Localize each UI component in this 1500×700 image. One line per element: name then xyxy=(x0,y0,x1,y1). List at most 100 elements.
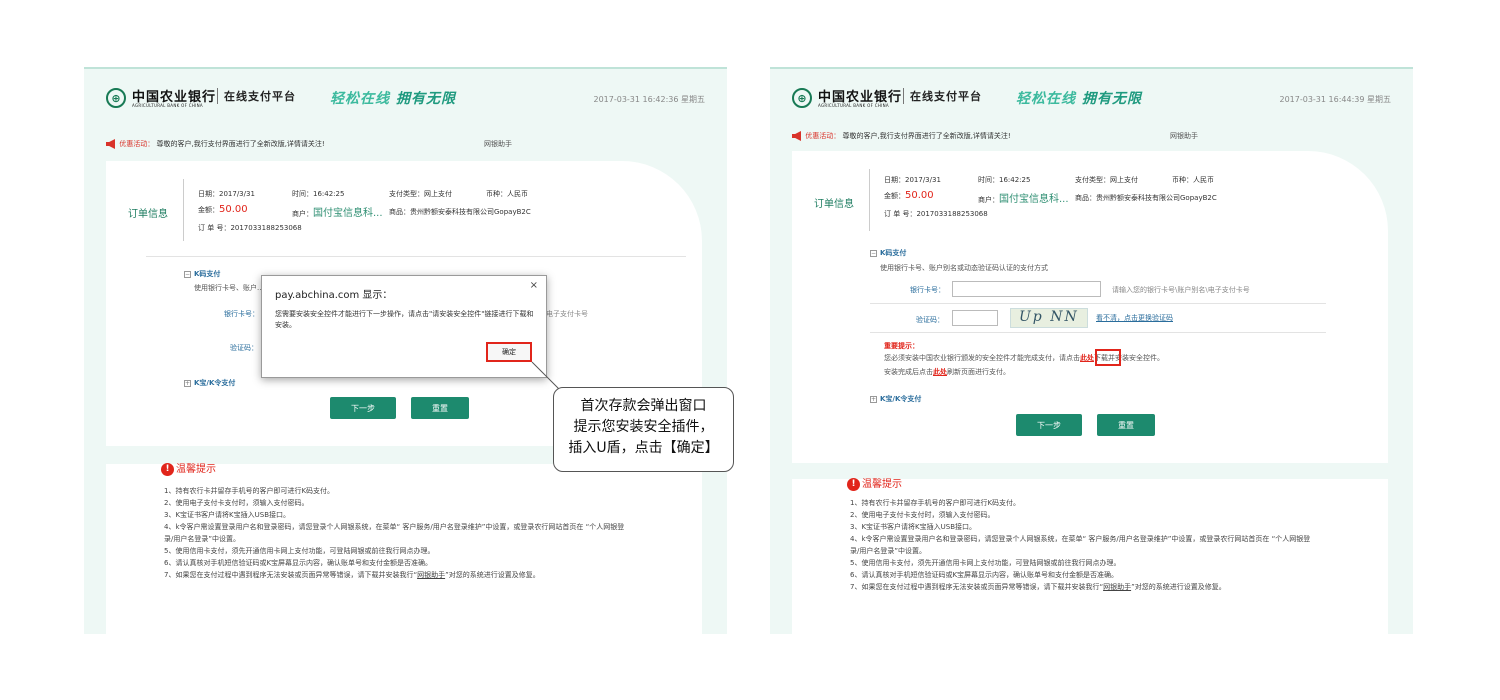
order-goods: 商品：贵州黔额安泰科技有限公司GopayB2C xyxy=(389,208,531,216)
divider xyxy=(870,303,1326,304)
helper-link[interactable]: 网银助手 xyxy=(484,139,512,149)
next-button[interactable]: 下一步 xyxy=(1016,414,1082,436)
order-time: 时间：16:42:25 xyxy=(292,190,345,198)
order-title: 订单信息 xyxy=(128,209,168,220)
next-button[interactable]: 下一步 xyxy=(330,397,396,419)
tip-text: 7、如果您在支付过程中遇到程序无法安装或页面异常等错误，请下载并安装我行“ xyxy=(850,583,1104,591)
reset-button[interactable]: 重置 xyxy=(1097,414,1155,436)
order-goods: 商品：贵州黔额安泰科技有限公司GopayB2C xyxy=(1075,194,1217,202)
captcha-image[interactable]: Up NN xyxy=(1010,308,1088,328)
order-info-card: 订单信息 日期：2017/3/31 时间：16:42:25 支付类型：网上支付 … xyxy=(106,161,702,256)
order-info-card: 订单信息 日期：2017/3/31 时间：16:42:25 支付类型：网上支付 … xyxy=(792,151,1388,243)
platform-title: 在线支付平台 xyxy=(217,88,296,104)
captcha-input[interactable] xyxy=(952,310,998,326)
kcode-desc: 使用银行卡号、账户... xyxy=(194,284,264,292)
order-title: 订单信息 xyxy=(814,199,854,210)
annotation-callout: 首次存款会弹出窗口 提示您安装安全插件， 插入U盾，点击【确定】 xyxy=(553,387,734,472)
order-amount: 50.00 xyxy=(905,190,934,201)
page-header: ⊕ 中国农业银行 AGRICULTURAL BANK OF CHINA 在线支付… xyxy=(770,69,1413,125)
kbao-title: K宝/K令支付 xyxy=(194,379,236,387)
tips-list: 1、持有农行卡并留存手机号的客户即可进行K码支付。 2、使用电子支付卡支付时，须… xyxy=(850,497,1310,593)
slogan: 轻松在线 拥有无限 xyxy=(1016,88,1142,108)
expand-icon: + xyxy=(870,395,877,403)
divider xyxy=(183,179,184,241)
speaker-icon xyxy=(792,131,801,141)
kcode-section-toggle[interactable]: − K码支付 xyxy=(184,269,220,279)
kcode-desc: 使用银行卡号、账户别名或动态验证码认证的支付方式 xyxy=(880,264,1048,272)
tip-item: 4、k令客户需设置登录用户名和登录密码，请您登录个人网银系统，在菜单“ 客户服务… xyxy=(164,523,625,531)
divider xyxy=(146,256,686,257)
captcha-refresh-link[interactable]: 看不清，点击更换验证码 xyxy=(1096,313,1173,323)
right-screenshot-panel: ⊕ 中国农业银行 AGRICULTURAL BANK OF CHINA 在线支付… xyxy=(770,67,1413,634)
order-date: 日期：2017/3/31 xyxy=(884,176,941,184)
order-amount-row: 金额：50.00 xyxy=(198,204,248,215)
tip-item: 录/用户名登录”中设置。 xyxy=(164,535,240,543)
kbao-section-toggle[interactable]: + K宝/K令支付 xyxy=(870,394,921,404)
helper-link[interactable]: 网银助手 xyxy=(1170,131,1198,141)
kcode-section-toggle[interactable]: − K码支付 xyxy=(870,248,906,258)
card-number-hint: 请输入您的银行卡号\账户别名\电子支付卡号 xyxy=(1112,286,1250,294)
tip-item: 3、K宝证书客户请将K宝插入USB接口。 xyxy=(850,523,977,531)
order-amount: 50.00 xyxy=(219,204,248,215)
warning-icon: ! xyxy=(847,477,860,491)
install-control-link[interactable]: 此处 xyxy=(1080,354,1094,362)
platform-title: 在线支付平台 xyxy=(903,88,982,104)
order-time: 时间：16:42:25 xyxy=(978,176,1031,184)
important-line-2: 安装完成后点击此处刷新页面进行支付。 xyxy=(884,367,1010,377)
order-merchant-row: 商户：国付宝信息科... xyxy=(978,190,1069,205)
tip-item: 1、持有农行卡并留存手机号的客户即可进行K码支付。 xyxy=(164,487,335,495)
tips-card: ! 温馨提示 1、持有农行卡并留存手机号的客户即可进行K码支付。 2、使用电子支付… xyxy=(106,462,702,634)
order-number: 订 单 号：2017033188253068 xyxy=(884,210,988,218)
order-amount-row: 金额：50.00 xyxy=(884,190,934,201)
helper-download-link[interactable]: 网银助手 xyxy=(417,571,445,579)
important-text: 安装完成后点击 xyxy=(884,368,933,376)
order-date: 日期：2017/3/31 xyxy=(198,190,255,198)
dialog-ok-button[interactable]: 确定 xyxy=(486,342,532,362)
card-number-hint: 电子支付卡号 xyxy=(546,310,588,318)
kbao-section-toggle[interactable]: + K宝/K令支付 xyxy=(184,378,235,388)
promo-notice: 优惠活动： 尊敬的客户,我行支付界面进行了全新改版,详情请关注! 网银助手 xyxy=(792,131,1392,145)
tip-item: 录/用户名登录”中设置。 xyxy=(850,547,926,555)
order-merchant-row: 商户：国付宝信息科... xyxy=(292,204,383,219)
promo-notice: 优惠活动： 尊敬的客户,我行支付界面进行了全新改版,详情请关注! 网银助手 xyxy=(106,139,706,153)
tip-item: 6、请认真核对手机短信验证码或K宝屏幕显示内容，确认账单号和支付金额是否准确。 xyxy=(164,559,433,567)
dialog-message: 您需要安装安全控件才能进行下一步操作，请点击"请安装安全控件"链接进行下载和安装… xyxy=(275,310,534,329)
bank-name-en: AGRICULTURAL BANK OF CHINA xyxy=(818,103,889,108)
payment-card: − K码支付 使用银行卡号、账户别名或动态验证码认证的支付方式 银行卡号： 请输入… xyxy=(792,243,1388,463)
tip-item: 4、k令客户需设置登录用户名和登录密码，请您登录个人网银系统，在菜单“ 客户服务… xyxy=(850,535,1311,543)
kcode-title: K码支付 xyxy=(880,249,907,257)
close-icon[interactable]: × xyxy=(530,280,538,291)
bank-name-en: AGRICULTURAL BANK OF CHINA xyxy=(132,103,203,108)
helper-download-link[interactable]: 网银助手 xyxy=(1103,583,1131,591)
kbao-title: K宝/K令支付 xyxy=(880,395,922,403)
page-header: ⊕ 中国农业银行 AGRICULTURAL BANK OF CHINA 在线支付… xyxy=(84,69,727,125)
refresh-link[interactable]: 此处 xyxy=(933,368,947,376)
reset-button[interactable]: 重置 xyxy=(411,397,469,419)
captcha-label: 验证码： xyxy=(230,344,258,352)
slogan-part-1: 轻松在线 xyxy=(1016,91,1076,107)
tip-item: 5、使用信用卡支付，须先开通信用卡网上支付功能，可登陆网银或前往我行网点办理。 xyxy=(850,559,1121,567)
captcha-label: 验证码： xyxy=(916,316,944,324)
order-pay-type: 支付类型：网上支付 xyxy=(389,190,452,198)
callout-line: 插入U盾，点击【确定】 xyxy=(568,440,719,456)
important-line-1: 您必须安装中国农业银行颁发的安全控件才能完成支付，请点击此处下载并安装安全控件。 xyxy=(884,353,1164,363)
tips-heading: ! 温馨提示 xyxy=(847,475,902,491)
merchant-label: 商户： xyxy=(978,196,999,204)
notice-text: 尊敬的客户,我行支付界面进行了全新改版,详情请关注! xyxy=(156,140,325,148)
collapse-icon: − xyxy=(184,270,191,278)
card-number-input[interactable] xyxy=(952,281,1101,297)
notice-label: 优惠活动： xyxy=(805,132,841,140)
order-number: 订 单 号：2017033188253068 xyxy=(198,224,302,232)
tips-title: 温馨提示 xyxy=(862,479,902,490)
order-pay-type: 支付类型：网上支付 xyxy=(1075,176,1138,184)
card-number-label: 银行卡号： xyxy=(224,310,259,318)
important-text: 刷新页面进行支付。 xyxy=(947,368,1010,376)
tips-card: ! 温馨提示 1、持有农行卡并留存手机号的客户即可进行K码支付。 2、使用电子支付… xyxy=(792,477,1388,634)
slogan-part-1: 轻松在线 xyxy=(330,91,390,107)
tip-text: ”对您的系统进行设置及修复。 xyxy=(445,571,540,579)
header-datetime: 2017-03-31 16:44:39 星期五 xyxy=(1279,95,1391,104)
divider xyxy=(870,332,1326,333)
abc-logo-icon: ⊕ xyxy=(106,88,126,108)
callout-line: 提示您安装安全插件， xyxy=(573,419,714,435)
order-merchant: 国付宝信息科... xyxy=(999,194,1069,205)
